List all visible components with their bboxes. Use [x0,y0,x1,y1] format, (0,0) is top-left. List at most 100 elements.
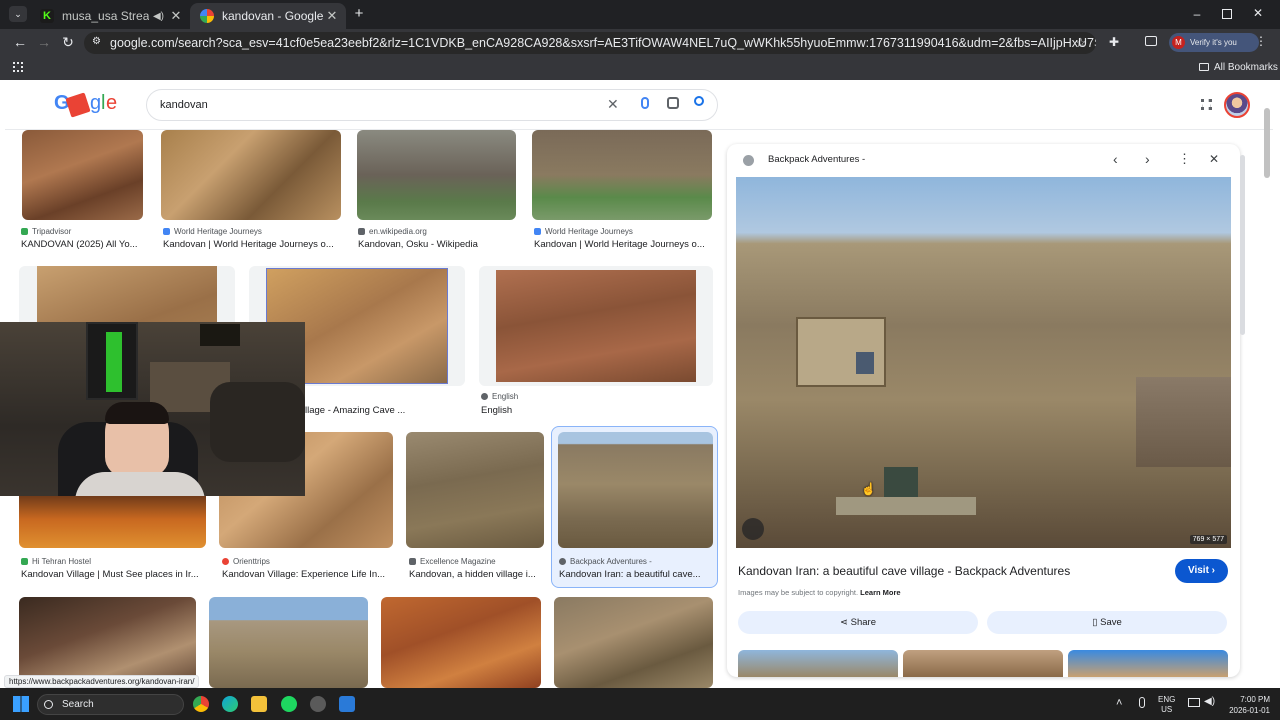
taskbar-search[interactable]: Search [37,694,184,715]
result-caption[interactable]: KANDOVAN (2025) All Yo... [21,239,143,250]
close-panel-icon[interactable]: ✕ [1209,152,1219,166]
app-icon[interactable] [310,696,326,712]
result-image[interactable] [381,597,541,688]
lens-search-icon[interactable] [742,518,764,540]
tab-search-button[interactable]: ⌄ [9,6,27,22]
bookmarks-bar: All Bookmarks [0,57,1280,80]
panel-source[interactable]: Backpack Adventures - [768,154,865,165]
back-icon[interactable]: ← [11,33,29,51]
result-caption[interactable]: English [481,405,681,416]
panel-scrollbar[interactable] [1240,155,1245,335]
address-bar[interactable]: ⚙ google.com/search?sca_esv=41cf0e5ea23e… [84,32,1096,54]
result-image[interactable] [357,130,516,220]
globe-icon [481,393,488,400]
previous-icon[interactable]: ‹ [1113,151,1118,167]
speaker-icon[interactable]: ◀) [153,11,164,22]
site-icon [534,228,541,235]
more-options-icon[interactable]: ⋮ [1178,151,1191,167]
account-avatar[interactable] [1224,92,1250,118]
browser-menu-icon[interactable]: ⋮ [1255,34,1267,48]
new-tab-button[interactable]: + [351,5,367,23]
tab-google-search[interactable]: kandovan - Google Search ✕ [190,3,346,29]
next-icon[interactable]: › [1145,151,1150,167]
search-icon[interactable] [694,96,704,106]
close-icon[interactable]: ✕ [168,8,184,24]
minimize-icon[interactable]: – [1190,7,1204,21]
all-bookmarks-label[interactable]: All Bookmarks [1214,62,1278,73]
clear-search-icon[interactable]: ✕ [607,96,619,113]
learn-more-link[interactable]: Learn More [860,588,900,597]
google-apps-icon[interactable] [1201,99,1212,110]
cast-icon[interactable] [1145,36,1157,46]
tray-chevron-icon[interactable]: ˄ [1116,697,1122,709]
folder-icon [1199,63,1209,71]
language-indicator[interactable]: ENG US [1158,695,1175,715]
result-source: en.wikipedia.org [358,227,517,236]
microphone-icon[interactable] [1139,697,1145,708]
share-button[interactable]: ⋖ Share [738,611,978,634]
cursor-icon: ☝ [861,482,876,496]
app-icon[interactable] [339,696,355,712]
result-caption[interactable]: Kandovan Iran: a beautiful cave... [559,569,709,580]
bookmark-star-icon[interactable]: ☆ [1075,35,1087,51]
spotify-icon[interactable] [281,696,297,712]
result-image[interactable] [554,597,713,688]
result-image[interactable] [532,130,712,220]
extensions-icon[interactable]: ✚ [1109,35,1119,49]
result-image[interactable] [558,432,713,548]
page-scrollbar[interactable] [1264,108,1270,178]
close-icon[interactable]: ✕ [324,8,340,24]
wall-poster [86,322,138,400]
site-info-icon[interactable]: ⚙ [92,36,101,47]
search-input[interactable]: kandovan [146,89,718,121]
source-label: English [492,392,519,401]
result-caption[interactable]: Kandovan Village | Must See places in Ir… [21,569,206,580]
copyright-note: Images may be subject to copyright. Lear… [738,588,901,597]
source-label: en.wikipedia.org [369,227,427,236]
kick-icon: K [40,9,54,23]
source-favicon [743,155,754,166]
result-image[interactable] [209,597,368,688]
clock[interactable]: 7:00 PM 2026-01-01 [1220,694,1270,716]
result-image[interactable] [22,130,143,220]
result-image[interactable] [406,432,544,548]
reload-icon[interactable]: ↻ [59,33,77,51]
related-image[interactable] [1068,650,1228,677]
tab-stream[interactable]: K musa_usa Stream - Watch Live ◀) ✕ [30,3,190,29]
result-caption[interactable]: Kandovan | World Heritage Journeys o... [163,239,343,250]
profile-button[interactable]: M Verify it's you [1169,33,1259,52]
file-explorer-icon[interactable] [251,696,267,712]
visit-button[interactable]: Visit › [1175,559,1228,583]
tripadvisor-icon [21,228,28,235]
volume-icon[interactable]: ◀) [1204,696,1215,707]
result-caption[interactable]: Kandovan, Osku - Wikipedia [358,239,517,250]
related-image[interactable] [738,650,898,677]
tab-title: musa_usa Stream - Watch Live [62,9,149,23]
result-caption[interactable]: Kandovan | World Heritage Journeys o... [534,239,714,250]
result-caption[interactable]: Kandovan Village: Experience Life In... [222,569,392,580]
edge-icon[interactable] [222,696,238,712]
apps-icon[interactable] [13,62,23,72]
panel-title[interactable]: Kandovan Iran: a beautiful cave village … [738,564,1070,578]
window-close-icon[interactable]: ✕ [1251,6,1265,20]
result-caption[interactable]: llage - Amazing Cave ... [305,405,465,416]
lens-icon[interactable] [667,97,679,109]
preview-image[interactable]: 769 × 577 [736,177,1231,548]
voice-search-icon[interactable] [641,97,649,109]
google-logo[interactable]: G g l e [54,92,117,118]
clock-time: 7:00 PM [1240,695,1270,704]
result-caption[interactable]: Kandovan, a hidden village i... [409,569,545,580]
save-button[interactable]: ▯ Save [987,611,1227,634]
image-preview-panel: Backpack Adventures - ‹ › ⋮ ✕ 769 × 577 … [727,144,1240,677]
maximize-icon[interactable] [1222,9,1232,19]
windows-start-icon[interactable] [13,696,29,712]
url-text: google.com/search?sca_esv=41cf0e5ea23eeb… [110,36,1096,50]
network-icon[interactable] [1188,698,1200,707]
taskbar-search-placeholder: Search [62,699,94,710]
result-image[interactable] [479,266,713,386]
related-image[interactable] [903,650,1063,677]
source-label: World Heritage Journeys [174,227,262,236]
chrome-icon[interactable] [193,696,209,712]
result-image[interactable] [161,130,341,220]
forward-icon[interactable]: → [35,33,53,51]
